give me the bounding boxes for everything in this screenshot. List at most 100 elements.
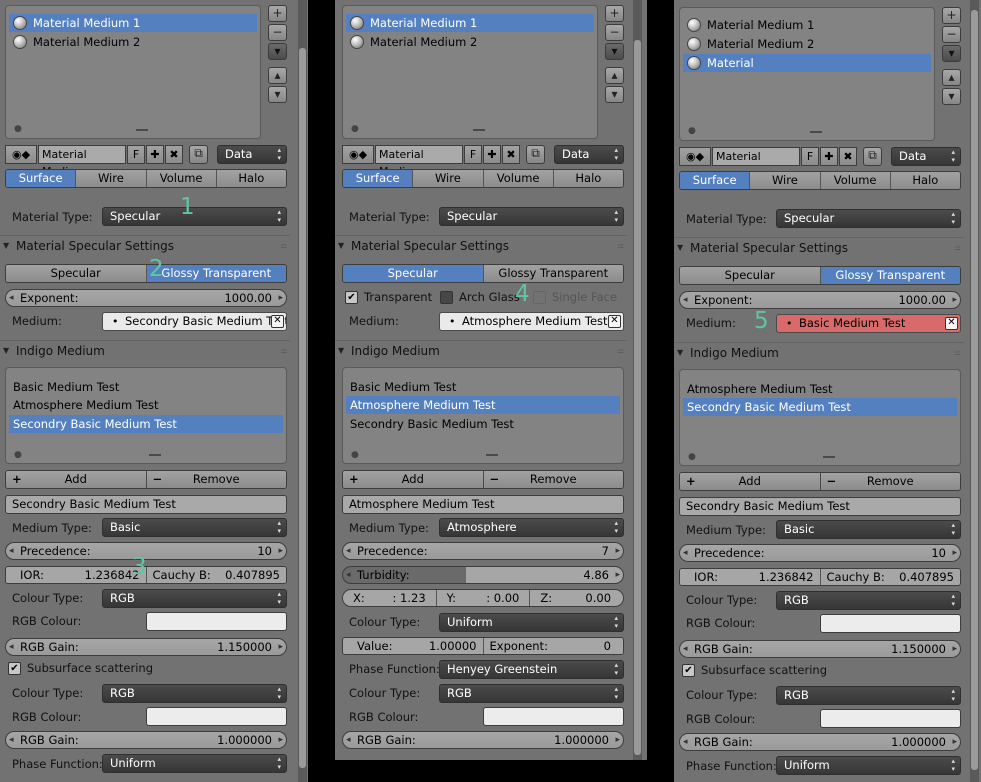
exponent-field[interactable]: Exponent: 0 — [482, 638, 623, 654]
material-slot-item[interactable]: Material Medium 2 — [9, 33, 257, 51]
medium-list-item[interactable]: Atmosphere Medium Test — [683, 380, 957, 398]
medium-name-field[interactable]: Secondry Basic Medium Test — [679, 497, 961, 516]
phase-function-dropdown[interactable]: Henyey Greenstein — [439, 660, 624, 679]
medium-selector[interactable]: • Atmosphere Medium Test ✕ — [439, 312, 624, 331]
slot-menu-button[interactable]: ▾ — [268, 43, 287, 60]
material-slot-item[interactable]: Material Medium 2 — [683, 35, 931, 53]
tab-wire[interactable]: Wire — [750, 172, 821, 189]
phase-function-dropdown[interactable]: Uniform — [102, 754, 287, 773]
medium-type-dropdown[interactable]: Atmosphere — [439, 518, 624, 537]
resize-grip-icon[interactable] — [136, 129, 148, 131]
tab-specular[interactable]: Specular — [343, 265, 484, 282]
material-slot-item[interactable]: Material Medium 1 — [9, 14, 257, 32]
value-field[interactable]: Value: 1.00000 — [343, 638, 483, 654]
tab-halo[interactable]: Halo — [890, 172, 960, 189]
rgb-gain-field[interactable]: RGB Gain:1.150000 — [679, 640, 961, 658]
remove-slot-button[interactable]: − — [605, 24, 624, 41]
clear-medium-icon[interactable]: ✕ — [945, 317, 958, 330]
sss-colour-type-dropdown[interactable]: RGB — [776, 686, 961, 705]
precedence-field[interactable]: Precedence:10 — [679, 544, 961, 562]
tab-glossy-transparent[interactable]: Glossy Transparent — [146, 265, 286, 282]
scrollbar[interactable] — [633, 0, 642, 760]
move-down-button[interactable]: ▾ — [605, 86, 624, 103]
colour-type-dropdown[interactable]: RGB — [776, 591, 961, 610]
arch-glass-checkbox[interactable] — [440, 291, 453, 304]
move-down-button[interactable]: ▾ — [268, 86, 287, 103]
medium-type-dropdown[interactable]: Basic — [776, 520, 961, 539]
add-slot-button[interactable]: + — [605, 5, 624, 22]
sss-checkbox[interactable]: ✔ — [8, 662, 21, 675]
z-field[interactable]: Z: 0.00 — [529, 590, 623, 606]
tab-wire[interactable]: Wire — [413, 170, 484, 187]
tab-surface[interactable]: Surface — [680, 172, 751, 189]
material-slot-item[interactable]: Material Medium 1 — [346, 14, 594, 32]
clear-medium-icon[interactable]: ✕ — [608, 315, 621, 328]
remove-medium-button[interactable]: − Remove — [819, 473, 960, 490]
add-medium-button[interactable]: + Add — [680, 473, 820, 490]
medium-list-item[interactable]: Secondry Basic Medium Test — [346, 415, 620, 433]
medium-type-dropdown[interactable]: Basic — [102, 518, 287, 537]
copy-icon[interactable]: ⧉ — [526, 145, 545, 164]
rgb-gain-field[interactable]: RGB Gain:1.150000 — [5, 638, 287, 656]
tab-volume[interactable]: Volume — [820, 172, 891, 189]
sss-rgb-colour-swatch[interactable] — [820, 709, 961, 728]
remove-slot-button[interactable]: − — [942, 26, 961, 43]
new-material-icon[interactable]: ✚ — [146, 145, 164, 164]
material-name-field[interactable]: Material — [712, 147, 800, 166]
sss-rgb-colour-swatch[interactable] — [146, 707, 287, 726]
single-face-checkbox[interactable] — [533, 291, 546, 304]
remove-slot-button[interactable]: − — [268, 24, 287, 41]
tab-halo[interactable]: Halo — [553, 170, 623, 187]
link-dropdown[interactable]: Data — [554, 145, 624, 164]
tab-volume[interactable]: Volume — [146, 170, 217, 187]
medium-list-item[interactable]: Atmosphere Medium Test — [9, 396, 283, 414]
tab-glossy-transparent[interactable]: Glossy Transparent — [820, 267, 960, 284]
rgb-colour-swatch[interactable] — [820, 614, 961, 633]
resize-dot-icon[interactable]: ● — [351, 124, 359, 134]
material-type-dropdown[interactable]: Specular — [776, 209, 961, 228]
material-browse-icon[interactable]: ◉◆ — [342, 145, 374, 164]
resize-dot-icon[interactable]: ● — [14, 124, 22, 134]
material-slot-item[interactable]: Material Medium 1 — [683, 16, 931, 34]
link-dropdown[interactable]: Data — [217, 145, 287, 164]
material-type-dropdown[interactable]: Specular — [439, 207, 624, 226]
remove-medium-button[interactable]: − Remove — [482, 471, 623, 488]
material-name-field[interactable]: Material Medi... — [38, 145, 126, 178]
remove-medium-button[interactable]: − Remove — [145, 471, 286, 488]
sss-rgb-gain-field[interactable]: RGB Gain:1.000000 — [679, 733, 961, 751]
new-material-icon[interactable]: ✚ — [820, 147, 838, 166]
material-browse-icon[interactable]: ◉◆ — [5, 145, 37, 164]
resize-grip-icon[interactable] — [473, 129, 485, 131]
specular-settings-header[interactable]: Material Specular Settings — [0, 235, 290, 256]
sss-checkbox[interactable]: ✔ — [682, 664, 695, 677]
tab-specular[interactable]: Specular — [680, 267, 821, 284]
phase-function-dropdown[interactable]: Uniform — [776, 756, 961, 775]
colour-type-dropdown-2[interactable]: RGB — [439, 684, 624, 703]
move-down-button[interactable]: ▾ — [942, 88, 961, 105]
resize-dot-icon[interactable]: ● — [351, 450, 359, 460]
tab-volume[interactable]: Volume — [483, 170, 554, 187]
rgb-colour-swatch[interactable] — [146, 612, 287, 631]
add-slot-button[interactable]: + — [268, 5, 287, 22]
sss-rgb-gain-field[interactable]: RGB Gain:1.000000 — [5, 731, 287, 749]
medium-list-item[interactable]: Atmosphere Medium Test — [346, 396, 620, 414]
add-medium-button[interactable]: + Add — [6, 471, 146, 488]
rgb-colour-swatch[interactable] — [483, 707, 624, 726]
tab-specular[interactable]: Specular — [6, 265, 147, 282]
resize-grip-icon[interactable] — [149, 454, 161, 456]
copy-icon[interactable]: ⧉ — [863, 147, 882, 166]
tab-glossy-transparent[interactable]: Glossy Transparent — [483, 265, 623, 282]
fake-user-button[interactable]: F — [127, 145, 145, 164]
y-field[interactable]: Y:: 0.00 — [435, 590, 530, 606]
x-field[interactable]: X:: 1.23 — [343, 590, 436, 606]
turbidity-slider[interactable]: Turbidity:4.86 — [342, 566, 624, 584]
specular-settings-header[interactable]: Material Specular Settings — [674, 237, 964, 258]
resize-grip-icon[interactable] — [486, 454, 498, 456]
resize-grip-icon[interactable] — [823, 456, 835, 458]
sss-colour-type-dropdown[interactable]: RGB — [102, 684, 287, 703]
medium-selector[interactable]: • Basic Medium Test ✕ — [776, 314, 961, 333]
fake-user-button[interactable]: F — [464, 145, 482, 164]
fake-user-button[interactable]: F — [801, 147, 819, 166]
move-up-button[interactable]: ▴ — [605, 67, 624, 84]
material-slot-item[interactable]: Material — [683, 54, 931, 72]
